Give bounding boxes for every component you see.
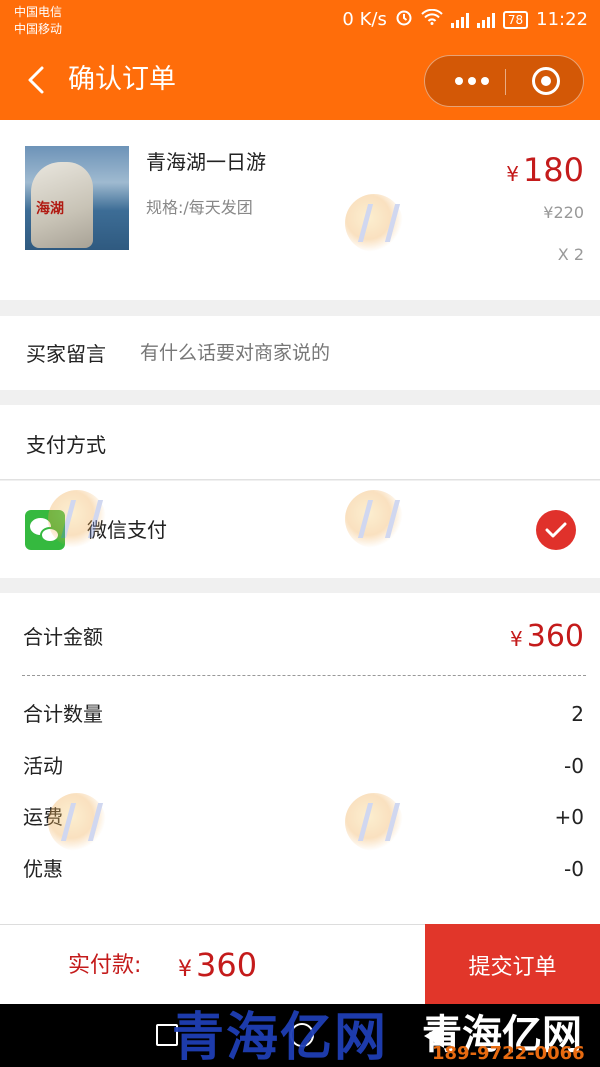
- summary-row-activity: 活动 -0: [0, 749, 600, 783]
- payment-method-title: 支付方式: [26, 433, 106, 457]
- buyer-message-label: 买家留言: [26, 342, 106, 366]
- payment-number: 360: [196, 946, 258, 984]
- summary-row-value: 2: [571, 702, 584, 726]
- watermark-logo: [48, 490, 106, 548]
- capsule-divider: [505, 69, 506, 95]
- network-speed: 0 K/s: [342, 9, 387, 30]
- page-title: 确认订单: [68, 64, 176, 95]
- summary-row-quantity: 合计数量 2: [0, 697, 600, 731]
- actual-payment-amount: ¥360: [178, 947, 257, 988]
- summary-row-label: 合计数量: [23, 702, 103, 726]
- close-miniprogram-icon[interactable]: [532, 67, 560, 95]
- buyer-message-input[interactable]: [140, 336, 570, 370]
- product-spec: 规格:/每天发团: [146, 198, 253, 217]
- product-name: 青海湖一日游: [146, 150, 266, 174]
- product-card: 海湖: [0, 120, 600, 300]
- total-amount-label: 合计金额: [23, 625, 103, 649]
- product-price: ¥180: [506, 152, 584, 192]
- price-value: 180: [522, 151, 584, 189]
- watermark-logo: [345, 194, 403, 252]
- summary-row-discount: 优惠 -0: [0, 852, 600, 886]
- thumbnail-text: 海湖: [36, 201, 64, 217]
- more-menu-icon[interactable]: [447, 56, 497, 106]
- carrier-1: 中国电信: [14, 5, 63, 19]
- watermark-logo: [345, 793, 403, 851]
- original-price: ¥220: [543, 203, 584, 222]
- watermark-phone: 189-9722-0066: [432, 1043, 585, 1064]
- summary-row-value: +0: [554, 805, 584, 829]
- actual-payment-label: 实付款:: [68, 953, 142, 978]
- summary-row-value: -0: [564, 857, 584, 881]
- total-number: 360: [526, 619, 584, 654]
- battery-icon: 78: [502, 10, 529, 29]
- buyer-message-row: 买家留言: [0, 316, 600, 390]
- watermark-logo: [48, 793, 106, 851]
- clock: 11:22: [536, 9, 588, 30]
- watermark-brand: 青海亿网: [172, 1008, 389, 1067]
- checkout-bar: 实付款: ¥360 提交订单: [0, 924, 600, 1005]
- status-bar: 中国电信 中国移动 0 K/s 78 11:22: [0, 0, 600, 42]
- checkmark-icon[interactable]: [536, 510, 576, 550]
- nav-bar: 确认订单: [0, 42, 600, 120]
- wifi-icon: [421, 8, 443, 30]
- alarm-icon: [395, 8, 413, 31]
- back-button[interactable]: [22, 62, 52, 98]
- summary-row-label: 活动: [23, 754, 63, 778]
- signal-2g-icon: [476, 12, 495, 28]
- summary-divider: [22, 675, 586, 676]
- submit-order-button[interactable]: 提交订单: [425, 924, 600, 1005]
- summary-row-value: -0: [564, 754, 584, 778]
- signal-4g-icon: [450, 12, 469, 28]
- product-thumbnail: 海湖: [25, 146, 129, 250]
- payment-currency: ¥: [178, 957, 192, 982]
- miniprogram-capsule: [424, 55, 584, 107]
- carrier-info: 中国电信 中国移动: [14, 4, 62, 38]
- status-indicators: 0 K/s 78 11:22: [342, 8, 588, 31]
- total-amount-value: ¥360: [510, 619, 584, 657]
- product-quantity: X 2: [557, 245, 584, 264]
- order-summary: 合计金额 ¥360 合计数量 2 活动 -0 运费 +0 优惠 -0: [0, 593, 600, 924]
- price-currency: ¥: [506, 162, 519, 186]
- watermark-logo: [345, 490, 403, 548]
- summary-row-label: 优惠: [23, 857, 63, 881]
- payment-method-header: 支付方式: [0, 405, 600, 480]
- total-currency: ¥: [510, 627, 523, 651]
- carrier-2: 中国移动: [14, 22, 63, 36]
